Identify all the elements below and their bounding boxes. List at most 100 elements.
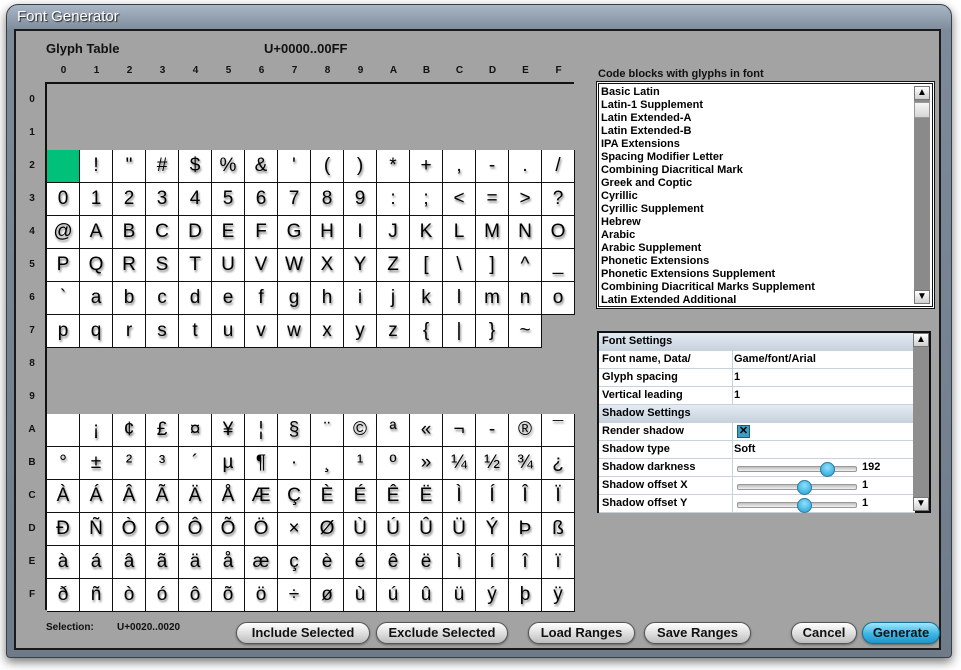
glyph-cell[interactable]: ä [179, 546, 212, 579]
glyph-cell[interactable]: 5 [212, 183, 245, 216]
glyph-cell[interactable]: Ò [113, 513, 146, 546]
code-block-item[interactable]: Combining Diacritical Marks Supplement [601, 281, 913, 294]
glyph-cell[interactable]: { [410, 315, 443, 348]
settings-scrollbar[interactable]: ▲ ▼ [913, 333, 929, 511]
save-ranges-button[interactable]: Save Ranges [644, 622, 751, 644]
glyph-cell[interactable]: V [245, 249, 278, 282]
glyph-cell[interactable]: o [542, 282, 575, 315]
glyph-cell[interactable]: / [542, 150, 575, 183]
glyph-cell[interactable]: 9 [344, 183, 377, 216]
glyph-cell[interactable]: ¥ [212, 414, 245, 447]
glyph-cell[interactable]: ¦ [245, 414, 278, 447]
glyph-cell[interactable]: ° [47, 447, 80, 480]
code-block-item[interactable]: Latin Extended-B [601, 125, 913, 138]
code-block-item[interactable]: IPA Extensions [601, 138, 913, 151]
glyph-spacing-field[interactable]: 1 [734, 371, 740, 383]
glyph-cell[interactable]: p [47, 315, 80, 348]
code-block-item[interactable]: Phonetic Extensions Supplement [601, 268, 913, 281]
glyph-cell[interactable]: â [113, 546, 146, 579]
glyph-cell[interactable]: e [212, 282, 245, 315]
scroll-up-arrow-icon[interactable]: ▲ [914, 86, 930, 100]
glyph-cell[interactable]: ´ [179, 447, 212, 480]
glyph-cell[interactable]: | [443, 315, 476, 348]
glyph-cell[interactable]: » [410, 447, 443, 480]
glyph-cell[interactable]: Ô [179, 513, 212, 546]
glyph-cell[interactable]: Y [344, 249, 377, 282]
glyph-cell[interactable]: « [410, 414, 443, 447]
glyph-cell[interactable]: Ø [311, 513, 344, 546]
glyph-cell[interactable]: É [344, 480, 377, 513]
glyph-cell[interactable]: > [509, 183, 542, 216]
glyph-cell[interactable]: ÿ [542, 579, 575, 612]
glyph-cell[interactable]: O [542, 216, 575, 249]
glyph-cell[interactable]: Å [212, 480, 245, 513]
glyph-cell[interactable]: I [344, 216, 377, 249]
glyph-cell[interactable]: m [476, 282, 509, 315]
vertical-leading-field[interactable]: 1 [734, 389, 740, 401]
glyph-cell[interactable]: Ê [377, 480, 410, 513]
glyph-cell[interactable]: Ó [146, 513, 179, 546]
glyph-cell[interactable]: ½ [476, 447, 509, 480]
glyph-cell[interactable]: w [278, 315, 311, 348]
glyph-cell[interactable]: ~ [509, 315, 542, 348]
glyph-cell[interactable]: í [476, 546, 509, 579]
glyph-cell[interactable]: ý [476, 579, 509, 612]
glyph-cell[interactable]: ª [377, 414, 410, 447]
glyph-cell[interactable]: M [476, 216, 509, 249]
glyph-cell[interactable]: " [113, 150, 146, 183]
code-block-item[interactable]: Latin Extended Additional [601, 294, 913, 307]
glyph-cell[interactable]: 1 [80, 183, 113, 216]
glyph-cell[interactable]: S [146, 249, 179, 282]
code-block-item[interactable]: Spacing Modifier Letter [601, 151, 913, 164]
glyph-cell[interactable]: ¬ [443, 414, 476, 447]
glyph-cell[interactable]: $ [179, 150, 212, 183]
glyph-cell[interactable]: · [278, 447, 311, 480]
glyph-cell[interactable]: ì [443, 546, 476, 579]
glyph-cell[interactable]: # [146, 150, 179, 183]
code-blocks-list[interactable]: Basic Latin Latin-1 Supplement Latin Exten… [596, 81, 935, 309]
glyph-cell[interactable]: ¨ [311, 414, 344, 447]
shadow-offset-x-slider[interactable] [737, 480, 857, 495]
glyph-cell[interactable]: a [80, 282, 113, 315]
glyph-cell[interactable]: î [509, 546, 542, 579]
glyph-cell[interactable]: c [146, 282, 179, 315]
glyph-cell[interactable]: , [443, 150, 476, 183]
glyph-cell[interactable]: + [410, 150, 443, 183]
render-shadow-checkbox[interactable]: ✕ [737, 425, 750, 438]
glyph-cell[interactable]: é [344, 546, 377, 579]
scroll-down-arrow-icon[interactable]: ▼ [914, 290, 930, 304]
glyph-cell[interactable]: Ü [443, 513, 476, 546]
glyph-cell[interactable]: © [344, 414, 377, 447]
glyph-cell[interactable]: ð [47, 579, 80, 612]
glyph-cell[interactable]: á [80, 546, 113, 579]
glyph-cell[interactable]: 3 [146, 183, 179, 216]
glyph-cell[interactable]: Ä [179, 480, 212, 513]
glyph-cell[interactable]: T [179, 249, 212, 282]
glyph-cell[interactable]: N [509, 216, 542, 249]
glyph-cell[interactable]: ¾ [509, 447, 542, 480]
glyph-cell[interactable]: ø [311, 579, 344, 612]
glyph-cell[interactable]: D [179, 216, 212, 249]
glyph-cell[interactable]: Ã [146, 480, 179, 513]
glyph-cell[interactable]: Ù [344, 513, 377, 546]
glyph-cell[interactable]: ³ [146, 447, 179, 480]
glyph-cell[interactable]: x [311, 315, 344, 348]
glyph-cell[interactable]: ¢ [113, 414, 146, 447]
glyph-cell[interactable]: ² [113, 447, 146, 480]
generate-button[interactable]: Generate [862, 622, 940, 644]
glyph-cell[interactable]: ß [542, 513, 575, 546]
glyph-cell[interactable]: H [311, 216, 344, 249]
glyph-cell[interactable]: à [47, 546, 80, 579]
glyph-cell[interactable]: ; [410, 183, 443, 216]
glyph-cell[interactable]: ç [278, 546, 311, 579]
glyph-cell[interactable]: ü [443, 579, 476, 612]
glyph-cell[interactable]: Ç [278, 480, 311, 513]
slider-thumb[interactable] [797, 498, 813, 513]
glyph-cell[interactable]: õ [212, 579, 245, 612]
glyph-cell[interactable]: ¹ [344, 447, 377, 480]
code-block-item[interactable]: Cyrillic [601, 190, 913, 203]
glyph-cell[interactable]: Ý [476, 513, 509, 546]
code-block-item[interactable]: Latin Extended-A [601, 112, 913, 125]
glyph-cell[interactable]: ' [278, 150, 311, 183]
glyph-cell[interactable]: ô [179, 579, 212, 612]
